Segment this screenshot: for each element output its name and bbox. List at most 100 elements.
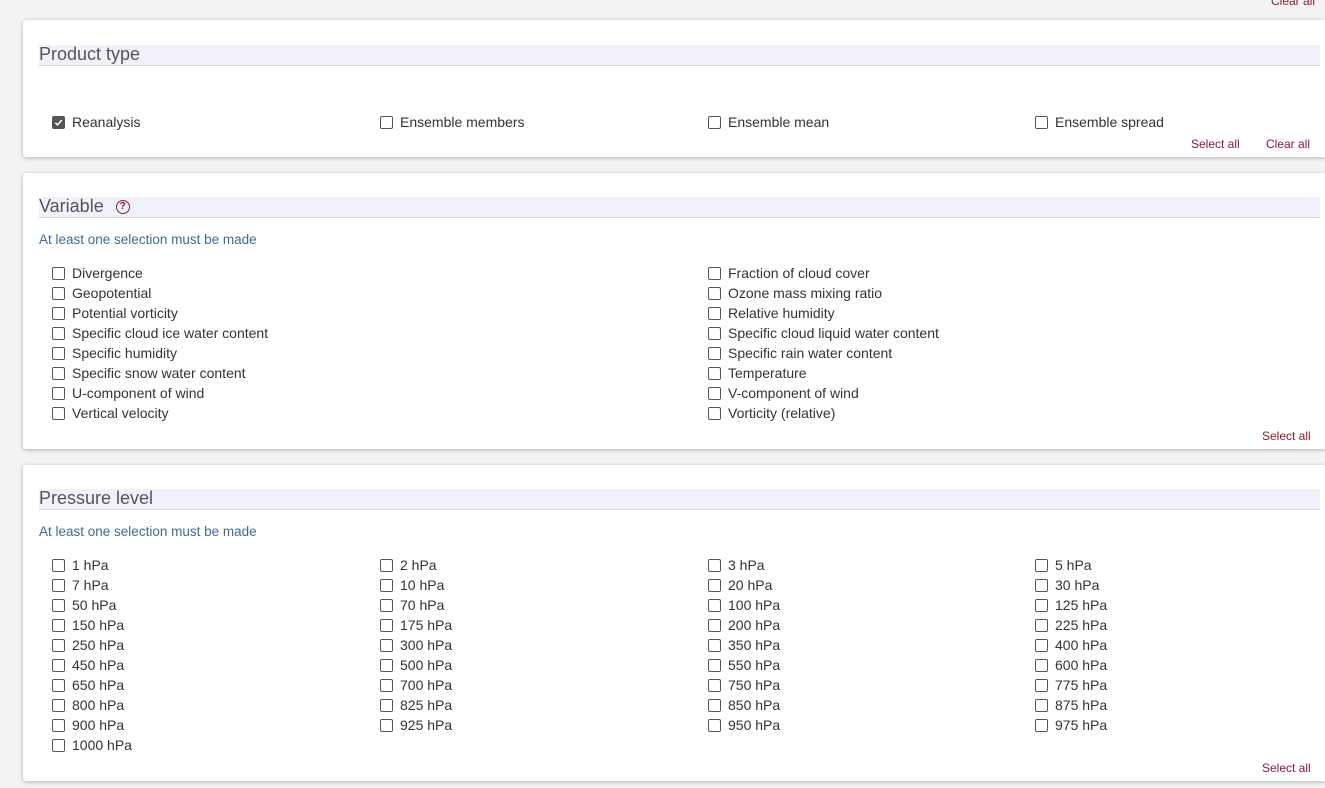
checkbox[interactable] (52, 638, 65, 652)
product-option-ensemble-spread[interactable]: Ensemble spread (1035, 113, 1164, 131)
variable-option-vertical-velocity[interactable]: Vertical velocity (52, 404, 168, 422)
pressure-option-800-hpa[interactable]: 800 hPa (52, 696, 124, 714)
checkbox[interactable] (708, 678, 721, 692)
checkbox[interactable] (708, 286, 721, 300)
checkbox[interactable] (708, 598, 721, 612)
checkbox[interactable] (1035, 618, 1048, 632)
pressure-option-175-hpa[interactable]: 175 hPa (380, 616, 452, 634)
variable-option-v-component-of-wind[interactable]: V-component of wind (708, 384, 859, 402)
checkbox[interactable] (1035, 678, 1048, 692)
pressure-option-400-hpa[interactable]: 400 hPa (1035, 636, 1107, 654)
checkbox[interactable] (1035, 598, 1048, 612)
variable-option-specific-humidity[interactable]: Specific humidity (52, 344, 177, 362)
checkbox[interactable] (708, 638, 721, 652)
pressure-option-875-hpa[interactable]: 875 hPa (1035, 696, 1107, 714)
pressure-option-825-hpa[interactable]: 825 hPa (380, 696, 452, 714)
pressure-option-350-hpa[interactable]: 350 hPa (708, 636, 780, 654)
variable-option-specific-rain-water-content[interactable]: Specific rain water content (708, 344, 892, 362)
checkbox[interactable] (52, 578, 65, 592)
pressure-option-1-hpa[interactable]: 1 hPa (52, 556, 109, 574)
checkbox[interactable] (1035, 578, 1048, 592)
checkbox[interactable] (52, 366, 65, 380)
checkbox[interactable] (708, 658, 721, 672)
pressure-option-700-hpa[interactable]: 700 hPa (380, 676, 452, 694)
checkbox[interactable] (380, 558, 393, 572)
clear-all-link-top[interactable]: Clear all (1271, 0, 1315, 8)
pressure-option-750-hpa[interactable]: 750 hPa (708, 676, 780, 694)
checkbox[interactable] (52, 115, 65, 129)
pressure-option-20-hpa[interactable]: 20 hPa (708, 576, 772, 594)
checkbox[interactable] (52, 598, 65, 612)
pressure-option-250-hpa[interactable]: 250 hPa (52, 636, 124, 654)
variable-select-all-link[interactable]: Select all (1262, 429, 1311, 443)
checkbox[interactable] (708, 306, 721, 320)
pressure-option-200-hpa[interactable]: 200 hPa (708, 616, 780, 634)
pressure-option-300-hpa[interactable]: 300 hPa (380, 636, 452, 654)
checkbox[interactable] (1035, 698, 1048, 712)
checkbox[interactable] (380, 115, 393, 129)
checkbox[interactable] (1035, 638, 1048, 652)
variable-option-specific-cloud-ice-water-content[interactable]: Specific cloud ice water content (52, 324, 268, 342)
checkbox[interactable] (52, 738, 65, 752)
pressure-option-850-hpa[interactable]: 850 hPa (708, 696, 780, 714)
checkbox[interactable] (708, 698, 721, 712)
pressure-select-all-link[interactable]: Select all (1262, 761, 1311, 775)
variable-option-specific-cloud-liquid-water-content[interactable]: Specific cloud liquid water content (708, 324, 939, 342)
checkbox[interactable] (708, 718, 721, 732)
pressure-option-7-hpa[interactable]: 7 hPa (52, 576, 109, 594)
pressure-option-975-hpa[interactable]: 975 hPa (1035, 716, 1107, 734)
checkbox[interactable] (1035, 718, 1048, 732)
pressure-option-10-hpa[interactable]: 10 hPa (380, 576, 444, 594)
checkbox[interactable] (708, 386, 721, 400)
pressure-option-5-hpa[interactable]: 5 hPa (1035, 556, 1092, 574)
pressure-option-125-hpa[interactable]: 125 hPa (1035, 596, 1107, 614)
variable-option-fraction-of-cloud-cover[interactable]: Fraction of cloud cover (708, 264, 870, 282)
pressure-option-900-hpa[interactable]: 900 hPa (52, 716, 124, 734)
checkbox[interactable] (52, 658, 65, 672)
product-option-ensemble-mean[interactable]: Ensemble mean (708, 113, 829, 131)
pressure-option-30-hpa[interactable]: 30 hPa (1035, 576, 1099, 594)
checkbox[interactable] (52, 286, 65, 300)
pressure-option-150-hpa[interactable]: 150 hPa (52, 616, 124, 634)
checkbox[interactable] (1035, 558, 1048, 572)
checkbox[interactable] (380, 678, 393, 692)
checkbox[interactable] (52, 678, 65, 692)
pressure-option-600-hpa[interactable]: 600 hPa (1035, 656, 1107, 674)
checkbox[interactable] (1035, 658, 1048, 672)
checkbox[interactable] (708, 326, 721, 340)
pressure-option-775-hpa[interactable]: 775 hPa (1035, 676, 1107, 694)
pressure-option-925-hpa[interactable]: 925 hPa (380, 716, 452, 734)
checkbox[interactable] (708, 115, 721, 129)
variable-option-geopotential[interactable]: Geopotential (52, 284, 151, 302)
checkbox[interactable] (380, 718, 393, 732)
checkbox[interactable] (708, 346, 721, 360)
product-clear-all-link[interactable]: Clear all (1266, 137, 1310, 151)
checkbox[interactable] (52, 346, 65, 360)
pressure-option-950-hpa[interactable]: 950 hPa (708, 716, 780, 734)
checkbox[interactable] (380, 658, 393, 672)
variable-option-specific-snow-water-content[interactable]: Specific snow water content (52, 364, 246, 382)
checkbox[interactable] (52, 718, 65, 732)
pressure-option-50-hpa[interactable]: 50 hPa (52, 596, 116, 614)
checkbox[interactable] (708, 266, 721, 280)
variable-option-divergence[interactable]: Divergence (52, 264, 143, 282)
pressure-option-550-hpa[interactable]: 550 hPa (708, 656, 780, 674)
variable-option-vorticity-relative[interactable]: Vorticity (relative) (708, 404, 835, 422)
checkbox[interactable] (52, 386, 65, 400)
checkbox[interactable] (52, 558, 65, 572)
checkbox[interactable] (380, 638, 393, 652)
checkbox[interactable] (52, 326, 65, 340)
variable-option-relative-humidity[interactable]: Relative humidity (708, 304, 835, 322)
pressure-option-500-hpa[interactable]: 500 hPa (380, 656, 452, 674)
checkbox[interactable] (708, 558, 721, 572)
pressure-option-2-hpa[interactable]: 2 hPa (380, 556, 437, 574)
variable-option-potential-vorticity[interactable]: Potential vorticity (52, 304, 178, 322)
pressure-option-225-hpa[interactable]: 225 hPa (1035, 616, 1107, 634)
checkbox[interactable] (52, 618, 65, 632)
checkbox[interactable] (380, 598, 393, 612)
pressure-option-3-hpa[interactable]: 3 hPa (708, 556, 765, 574)
checkbox[interactable] (708, 618, 721, 632)
checkbox[interactable] (708, 578, 721, 592)
help-icon[interactable]: ? (115, 199, 130, 214)
checkbox[interactable] (380, 578, 393, 592)
